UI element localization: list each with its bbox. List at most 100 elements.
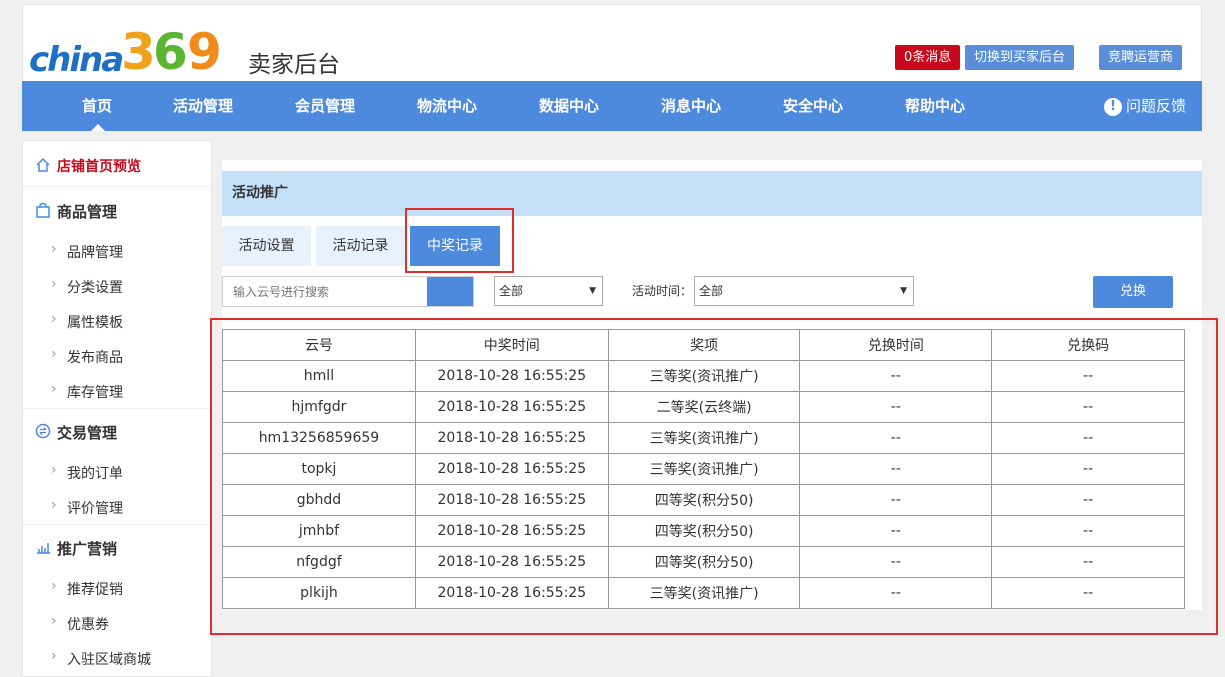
cell-exchange-code: --: [991, 546, 1185, 578]
col-header-cloud-id: 云号: [222, 329, 416, 361]
china369-logo[interactable]: china 3 6 9: [29, 21, 239, 79]
sidebar-item-category[interactable]: 分类设置: [51, 276, 123, 297]
col-header-exchange-code: 兑换码: [991, 329, 1185, 361]
feedback-label: 问题反馈: [1125, 97, 1186, 115]
cell-exchange-code: --: [991, 453, 1185, 485]
cell-cloud-id: hjmfgdr: [222, 391, 416, 423]
sidebar-item-publish[interactable]: 发布商品: [51, 346, 123, 367]
cell-prize: 四等奖(积分50): [607, 484, 801, 516]
cell-cloud-id: hm13256859659: [222, 422, 416, 454]
nav-help[interactable]: 帮助中心: [885, 81, 985, 131]
sidebar-item-brand[interactable]: 品牌管理: [51, 241, 123, 262]
cell-prize: 二等奖(云终端): [607, 391, 801, 423]
cell-prize: 四等奖(积分50): [607, 546, 801, 578]
cell-prize: 三等奖(资讯推广): [607, 577, 801, 609]
cell-cloud-id: topkj: [222, 453, 416, 485]
dropdown-arrow-icon: ▼: [900, 286, 907, 296]
cell-exchange-code: --: [991, 577, 1185, 609]
cell-exchange-time: --: [799, 515, 993, 547]
main-nav: 首页 活动管理 会员管理 物流中心 数据中心 消息中心 安全中心 帮助中心 ! 问…: [22, 81, 1202, 131]
sidebar-item-stock[interactable]: 库存管理: [51, 381, 123, 402]
switch-buyer-button[interactable]: 切换到买家后台: [965, 45, 1075, 70]
sidebar-marketing-header[interactable]: 推广营销: [37, 538, 117, 559]
sidebar-store-preview[interactable]: 店铺首页预览: [36, 156, 141, 176]
cell-exchange-time: --: [799, 484, 993, 516]
sidebar-item-attribute[interactable]: 属性模板: [51, 311, 123, 332]
exchange-button[interactable]: 兑换: [1093, 276, 1173, 308]
cell-win-time: 2018-10-28 16:55:25: [414, 422, 609, 454]
cell-prize: 三等奖(资讯推广): [607, 422, 801, 454]
table-header-row: 云号 中奖时间 奖项 兑换时间 兑换码: [222, 329, 1185, 361]
sidebar-item-regional-mall[interactable]: 入驻区域商城: [51, 648, 151, 669]
svg-text:6: 6: [153, 23, 188, 79]
cell-win-time: 2018-10-28 16:55:25: [414, 391, 609, 423]
cell-exchange-code: --: [991, 515, 1185, 547]
tab-activity-records[interactable]: 活动记录: [316, 226, 405, 266]
cell-exchange-time: --: [799, 577, 993, 609]
sidebar-item-coupon[interactable]: 优惠券: [51, 613, 109, 634]
cell-cloud-id: hmll: [222, 360, 416, 392]
nav-data[interactable]: 数据中心: [519, 81, 619, 131]
tab-activity-settings[interactable]: 活动设置: [222, 226, 311, 266]
dropdown-arrow-icon: ▼: [589, 286, 596, 296]
nav-members[interactable]: 会员管理: [275, 81, 375, 131]
cell-exchange-code: --: [991, 391, 1185, 423]
cell-cloud-id: jmhbf: [222, 515, 416, 547]
nav-activity[interactable]: 活动管理: [153, 81, 253, 131]
cell-exchange-time: --: [799, 453, 993, 485]
cell-exchange-code: --: [991, 422, 1185, 454]
cell-cloud-id: nfgdgf: [222, 546, 416, 578]
table-row: jmhbf 2018-10-28 16:55:25 四等奖(积分50) -- --: [222, 515, 1185, 547]
table-row: hjmfgdr 2018-10-28 16:55:25 二等奖(云终端) -- --: [222, 391, 1185, 423]
cell-prize: 四等奖(积分50): [607, 515, 801, 547]
divider: [23, 524, 211, 525]
cell-exchange-time: --: [799, 391, 993, 423]
cell-cloud-id: gbhdd: [222, 484, 416, 516]
col-header-prize: 奖项: [607, 329, 801, 361]
activity-time-value: 全部: [699, 284, 724, 298]
cell-win-time: 2018-10-28 16:55:25: [414, 453, 609, 485]
nav-security[interactable]: 安全中心: [763, 81, 863, 131]
home-icon: [36, 157, 50, 172]
svg-text:china: china: [29, 40, 122, 79]
sidebar-trade-header[interactable]: 交易管理: [35, 422, 117, 443]
tab-highlight-box: [405, 208, 514, 273]
messages-button[interactable]: 0条消息: [895, 45, 961, 70]
cell-win-time: 2018-10-28 16:55:25: [414, 360, 609, 392]
cell-win-time: 2018-10-28 16:55:25: [414, 484, 609, 516]
cell-exchange-code: --: [991, 484, 1185, 516]
sidebar: 店铺首页预览 商品管理 品牌管理 分类设置 属性模板 发布商品 库存管理 交易管…: [22, 140, 212, 677]
cell-cloud-id: plkijh: [222, 577, 416, 609]
bar-chart-icon: [37, 543, 50, 554]
activity-time-select[interactable]: 全部 ▼: [694, 276, 914, 306]
sidebar-item-orders[interactable]: 我的订单: [51, 462, 123, 483]
search-box: [222, 276, 474, 307]
nav-messages[interactable]: 消息中心: [641, 81, 741, 131]
divider: [23, 186, 211, 187]
search-input[interactable]: [223, 277, 425, 306]
seller-backend-title: 卖家后台: [248, 52, 340, 78]
cell-exchange-code: --: [991, 360, 1185, 392]
table-row: gbhdd 2018-10-28 16:55:25 四等奖(积分50) -- --: [222, 484, 1185, 516]
nav-home[interactable]: 首页: [47, 81, 147, 131]
svg-text:9: 9: [187, 23, 222, 79]
search-button[interactable]: [427, 277, 473, 306]
table-row: plkijh 2018-10-28 16:55:25 三等奖(资讯推广) -- --: [222, 577, 1185, 609]
feedback-link[interactable]: ! 问题反馈: [1103, 81, 1186, 131]
nav-logistics[interactable]: 物流中心: [397, 81, 497, 131]
svg-text:3: 3: [121, 23, 156, 79]
table-row: nfgdgf 2018-10-28 16:55:25 四等奖(积分50) -- --: [222, 546, 1185, 578]
recruit-operator-button[interactable]: 竞聘运营商: [1099, 45, 1183, 70]
sidebar-item-promotion[interactable]: 推荐促销: [51, 578, 123, 599]
cell-exchange-time: --: [799, 360, 993, 392]
alert-icon: !: [1103, 97, 1122, 116]
section-title: 活动推广: [222, 171, 1202, 216]
bag-icon: [36, 202, 50, 218]
sidebar-goods-header[interactable]: 商品管理: [36, 201, 117, 222]
cell-win-time: 2018-10-28 16:55:25: [414, 546, 609, 578]
cell-prize: 三等奖(资讯推广): [607, 360, 801, 392]
site-header: china 3 6 9 卖家后台 0条消息 切换到买家后台 竞聘运营商: [22, 4, 1202, 81]
winning-records-table: 云号 中奖时间 奖项 兑换时间 兑换码 hmll 2018-10-28 16:55…: [222, 329, 1185, 609]
sidebar-item-reviews[interactable]: 评价管理: [51, 497, 123, 518]
status-filter-select[interactable]: 全部 ▼: [494, 276, 603, 306]
